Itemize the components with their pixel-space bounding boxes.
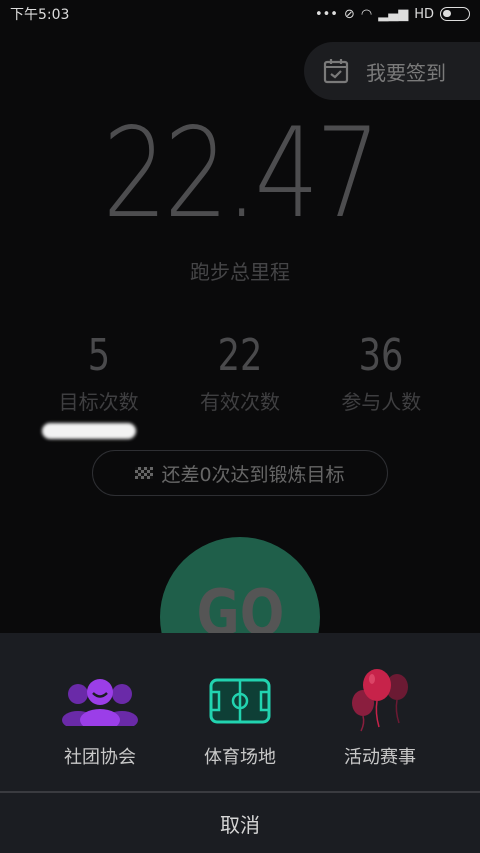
option-label: 体育场地 <box>204 747 276 768</box>
redaction-bar <box>42 423 136 439</box>
status-time: 下午5:03 <box>10 7 70 23</box>
network-type: HD <box>414 6 434 22</box>
stats-row: 5 目标次数 22 有效次数 36 参与人数 <box>0 330 480 415</box>
stat-valid-count: 22 有效次数 <box>180 330 300 415</box>
wifi-icon: ◠ <box>360 6 373 22</box>
option-label: 社团协会 <box>64 747 136 768</box>
checkin-button[interactable]: 我要签到 <box>304 42 480 100</box>
option-venues[interactable]: 体育场地 <box>180 669 300 769</box>
stat-participants: 36 参与人数 <box>321 330 441 415</box>
total-distance-value: 22.47 <box>102 102 381 246</box>
signal-icon: ▂▄▆ <box>378 6 409 22</box>
more-dots-icon: ••• <box>314 6 338 22</box>
stat-label: 目标次数 <box>58 390 139 414</box>
stat-label: 有效次数 <box>199 390 280 414</box>
goal-text: 还差0次达到锻炼目标 <box>161 463 345 486</box>
field-icon <box>195 669 285 733</box>
option-clubs[interactable]: 社团协会 <box>40 669 160 769</box>
status-icons: ••• ⊘ ◠ ▂▄▆ HD <box>315 7 470 22</box>
option-label: 活动赛事 <box>344 747 416 768</box>
stat-value: 5 <box>87 330 110 381</box>
status-bar: 下午5:03 ••• ⊘ ◠ ▂▄▆ HD <box>0 0 480 28</box>
alarm-off-icon: ⊘ <box>343 6 355 22</box>
checkered-flag-icon <box>135 467 154 479</box>
total-distance-label: 跑步总里程 <box>190 260 290 284</box>
goal-progress-pill: 还差0次达到锻炼目标 <box>92 450 388 496</box>
battery-icon <box>440 7 470 21</box>
sheet-options: 社团协会 体育场地 活动赛事 <box>0 633 480 769</box>
bottom-sheet: 社团协会 体育场地 活动赛事 取消 <box>0 633 480 853</box>
stat-label: 参与人数 <box>341 390 422 414</box>
option-events[interactable]: 活动赛事 <box>320 669 440 769</box>
cancel-button[interactable]: 取消 <box>0 793 480 853</box>
checkin-label: 我要签到 <box>366 60 446 85</box>
stat-value: 22 <box>217 330 263 381</box>
group-icon <box>55 669 145 733</box>
stat-value: 36 <box>358 330 404 381</box>
balloons-icon <box>335 669 425 733</box>
stat-target-count: 5 目标次数 <box>39 330 159 415</box>
calendar-check-icon <box>323 59 349 84</box>
